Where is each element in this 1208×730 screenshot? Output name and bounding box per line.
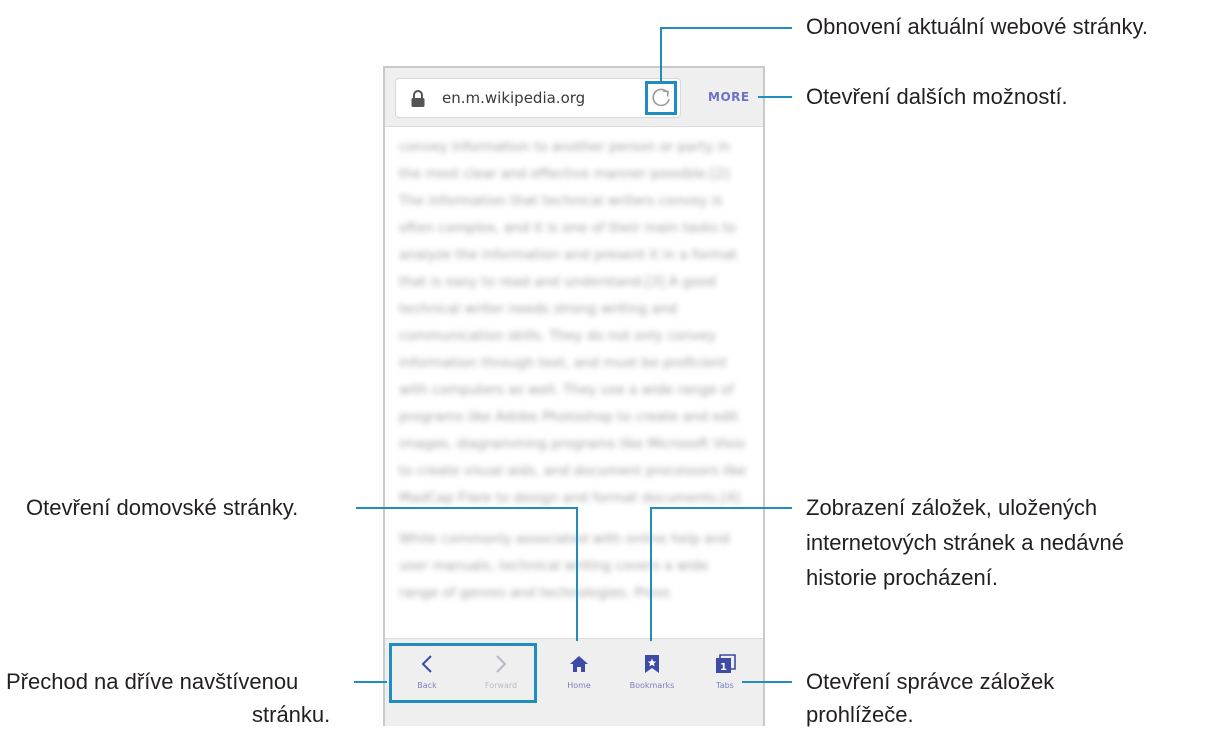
refresh-leader-h <box>660 27 792 29</box>
refresh-callout: Obnovení aktuální webové stránky. <box>806 14 1149 39</box>
tabs-button[interactable]: 1 Tabs <box>687 639 763 715</box>
address-bar-area: en.m.wikipedia.org MORE <box>385 68 763 127</box>
more-callout: Otevření dalších možností. <box>806 84 1068 109</box>
bookmarks-leader-v <box>650 507 652 641</box>
home-icon <box>570 656 588 672</box>
more-button[interactable]: MORE <box>708 90 750 104</box>
bookmarks-leader-h <box>650 507 792 509</box>
bottom-toolbar: Back Forward Home Bookmarks 1 Tabs <box>385 638 763 726</box>
chevron-right-icon <box>496 655 507 673</box>
reload-button[interactable] <box>645 81 677 115</box>
bookmarks-callout-line3: historie procházení. <box>806 565 998 590</box>
back-leader <box>354 681 387 683</box>
browser-screen: en.m.wikipedia.org MORE convey informati… <box>383 66 765 726</box>
tabs-leader <box>742 681 792 683</box>
back-label: Back <box>417 681 437 690</box>
bookmarks-label: Bookmarks <box>629 681 675 690</box>
home-callout: Otevření domovské stránky. <box>26 495 299 520</box>
content-paragraph: While commonly associated with online he… <box>399 531 730 601</box>
address-field[interactable]: en.m.wikipedia.org <box>395 78 681 118</box>
lock-icon <box>411 90 425 107</box>
reload-icon <box>652 88 670 107</box>
back-callout-line1: Přechod na dříve navštívenou <box>6 669 299 694</box>
bookmark-icon <box>645 655 659 673</box>
home-leader-h <box>356 507 578 509</box>
more-leader <box>758 96 792 98</box>
bookmarks-callout-line2: internetových stránek a nedávné <box>806 530 1124 555</box>
home-leader-v <box>576 507 578 641</box>
bookmarks-button[interactable]: Bookmarks <box>614 639 690 715</box>
tabs-count: 1 <box>720 662 727 673</box>
url-text: en.m.wikipedia.org <box>442 89 586 107</box>
forward-label: Forward <box>484 681 518 690</box>
bookmarks-callout-line1: Zobrazení záložek, uložených <box>806 495 1098 520</box>
tabs-icon: 1 <box>716 654 736 673</box>
home-button[interactable]: Home <box>541 639 617 715</box>
back-button[interactable]: Back <box>389 639 465 715</box>
chevron-left-icon <box>421 655 432 673</box>
tabs-label: Tabs <box>716 681 734 690</box>
page-content: convey information to another person or … <box>399 134 749 639</box>
content-paragraph: convey information to another person or … <box>399 139 747 506</box>
home-label: Home <box>567 681 591 690</box>
tabs-callout-line1: Otevření správce záložek <box>806 669 1055 694</box>
refresh-leader-v <box>660 27 662 81</box>
forward-button[interactable]: Forward <box>463 639 539 715</box>
